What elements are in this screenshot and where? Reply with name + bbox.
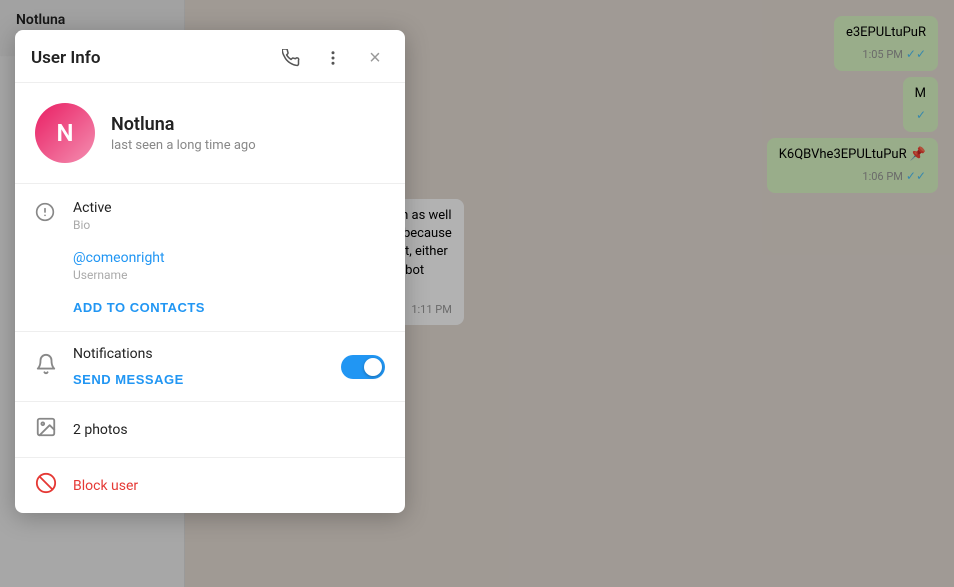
phone-icon — [282, 49, 300, 67]
info-icon — [35, 202, 59, 227]
username-label: Username — [73, 268, 385, 282]
profile-status: last seen a long time ago — [111, 138, 256, 153]
profile-username: Notluna — [111, 114, 256, 135]
panel-title: User Info — [31, 48, 100, 68]
notifications-toggle[interactable] — [341, 355, 385, 379]
photos-label: 2 photos — [73, 422, 128, 438]
profile-section: N Notluna last seen a long time ago — [15, 83, 405, 184]
more-button[interactable] — [319, 44, 347, 72]
info-section: Active Bio @comeonright Username ADD TO … — [15, 184, 405, 332]
profile-info: Notluna last seen a long time ago — [111, 114, 256, 153]
username-field: @comeonright Username — [73, 250, 385, 282]
photos-section[interactable]: 2 photos — [15, 402, 405, 458]
block-section: Block user — [15, 458, 405, 513]
block-user-button[interactable]: Block user — [73, 478, 138, 494]
toggle-slider — [341, 355, 385, 379]
photos-icon — [35, 416, 59, 443]
panel-header: User Info × — [15, 30, 405, 83]
notifications-label: Notifications — [73, 346, 327, 362]
notifications-content: Notifications SEND MESSAGE — [73, 346, 327, 387]
block-icon — [35, 472, 59, 499]
username-value: @comeonright — [73, 250, 385, 266]
bio-label: Bio — [73, 218, 385, 232]
panel-actions: × — [277, 44, 389, 72]
close-icon: × — [369, 47, 381, 70]
bell-icon — [35, 353, 59, 380]
info-content: Active Bio @comeonright Username ADD TO … — [73, 200, 385, 315]
more-icon — [324, 49, 342, 67]
add-to-contacts-button[interactable]: ADD TO CONTACTS — [73, 300, 205, 315]
phone-button[interactable] — [277, 44, 305, 72]
bio-value: Active — [73, 200, 385, 216]
notifications-section: Notifications SEND MESSAGE — [15, 332, 405, 402]
avatar: N — [35, 103, 95, 163]
bio-field: Active Bio — [73, 200, 385, 232]
close-button[interactable]: × — [361, 44, 389, 72]
user-info-panel: User Info × N Notluna last seen a long — [15, 30, 405, 513]
send-message-button[interactable]: SEND MESSAGE — [73, 372, 184, 387]
